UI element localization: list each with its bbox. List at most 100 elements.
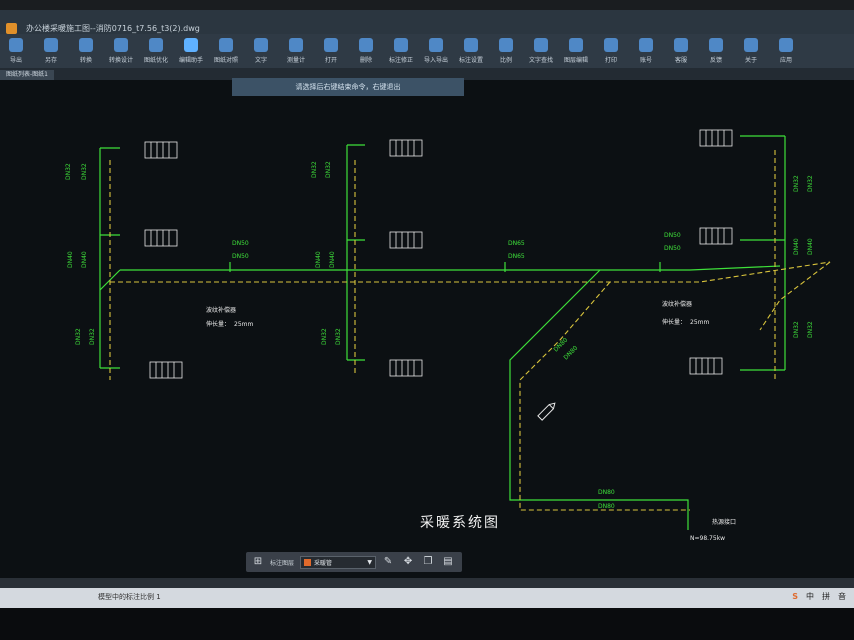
pipe-size-label: DN32 — [311, 161, 318, 178]
ribbon-button-icon — [779, 38, 793, 52]
annotation: 25mm — [234, 321, 253, 328]
pipe-size-label: DN80 — [562, 344, 579, 361]
ribbon-button-label: 客服 — [674, 57, 687, 64]
ribbon-button-label: 图纸优化 — [143, 57, 168, 64]
ribbon-button[interactable]: 关于 — [737, 36, 765, 66]
ribbon-button[interactable]: 图层编辑 — [562, 36, 590, 66]
radiator — [144, 229, 178, 247]
radiator — [689, 357, 723, 375]
ime-voice[interactable]: 音 — [838, 591, 846, 602]
ribbon-button[interactable]: 导入导出 — [422, 36, 450, 66]
ribbon-button-label: 删除 — [359, 57, 372, 64]
ime-icon[interactable]: S — [792, 592, 798, 601]
ribbon-button[interactable]: 打开 — [317, 36, 345, 66]
command-line: 模型中的标注比例 1 — [98, 593, 161, 601]
ribbon-button-icon — [359, 38, 373, 52]
pipe-size-label: DN32 — [335, 328, 342, 345]
annotation: N=98.75kw — [690, 535, 725, 542]
layers-icon[interactable]: ▤ — [440, 554, 456, 570]
ribbon-button-label: 转换设计 — [108, 57, 133, 64]
ime-mode[interactable]: 中 — [806, 591, 814, 602]
canvas-bottom-strip — [0, 578, 854, 588]
pipe-size-label: DN32 — [807, 321, 814, 338]
pipe-size-label: DN32 — [89, 328, 96, 345]
chevron-down-icon: ▼ — [367, 558, 373, 566]
pipe-size-label: DN50 — [232, 253, 249, 260]
app-logo-icon — [6, 23, 17, 34]
drawing-canvas[interactable]: DN32 DN32 DN40 DN40 DN32 DN32 DN32 DN32 … — [0, 78, 854, 578]
ribbon-button[interactable]: 应用 — [772, 36, 800, 66]
move-icon[interactable]: ✥ — [400, 554, 416, 570]
ribbon-button[interactable]: 编辑助手 — [177, 36, 205, 66]
ribbon-button[interactable]: 转换设计 — [107, 36, 135, 66]
ribbon-button[interactable]: 打印 — [597, 36, 625, 66]
ribbon-button-icon — [9, 38, 23, 52]
pipe-size-label: DN40 — [67, 251, 74, 268]
ribbon-button-icon — [744, 38, 758, 52]
pipe-size-label: DN40 — [807, 238, 814, 255]
ribbon-button[interactable]: 文字 — [247, 36, 275, 66]
ribbon-button-icon — [394, 38, 408, 52]
pipe-size-label: DN32 — [325, 161, 332, 178]
pipe-size-label: DN32 — [75, 328, 82, 345]
ribbon-button[interactable]: 另存 — [37, 36, 65, 66]
floating-toolbar: ⊞ 标注图层 采暖管 ▼ ✎ ✥ ❐ ▤ — [246, 552, 462, 572]
title-bar: 办公楼采暖施工图--消防0716_t7.56_t3(2).dwg — [0, 10, 854, 34]
ribbon-button[interactable]: 删除 — [352, 36, 380, 66]
grid-icon[interactable]: ⊞ — [250, 554, 266, 570]
ribbon-button[interactable]: 图纸优化 — [142, 36, 170, 66]
return-main — [110, 261, 831, 283]
radiator — [699, 227, 733, 245]
ribbon-button-label: 关于 — [744, 57, 757, 64]
ribbon-button[interactable]: 反馈 — [702, 36, 730, 66]
pipe-size-label: DN80 — [598, 503, 615, 510]
ribbon-button[interactable]: 客服 — [667, 36, 695, 66]
edit-icon[interactable]: ✎ — [380, 554, 396, 570]
pipe-size-label: DN50 — [664, 245, 681, 252]
ribbon-button-icon — [429, 38, 443, 52]
ribbon-button[interactable]: 导出 — [2, 36, 30, 66]
radiator — [389, 231, 423, 249]
ribbon-button-label: 编辑助手 — [178, 57, 203, 64]
annotation: 热源接口 — [712, 518, 736, 526]
ribbon-button[interactable]: 图纸对照 — [212, 36, 240, 66]
document-tab[interactable]: 图纸列表-图纸1 — [0, 70, 54, 80]
pipe-size-label: DN32 — [793, 175, 800, 192]
ribbon-button-icon — [324, 38, 338, 52]
ime-pinyin[interactable]: 拼 — [822, 591, 830, 602]
supply-main — [120, 265, 781, 271]
ribbon-button-label: 导入导出 — [423, 57, 448, 64]
ribbon-button[interactable]: 转换 — [72, 36, 100, 66]
ribbon-button-icon — [674, 38, 688, 52]
layer-name: 采暖管 — [314, 559, 333, 567]
ribbon-button[interactable]: 文字查找 — [527, 36, 555, 66]
window-title: 办公楼采暖施工图--消防0716_t7.56_t3(2).dwg — [26, 24, 200, 33]
ribbon-button-icon — [289, 38, 303, 52]
radiator — [389, 359, 423, 377]
ribbon-toolbar: 导出 另存 转换 转换设计 图纸优化 编辑助手 图纸对照 文字 测量计 打开 删除 标注修正 导入导出 标… — [0, 34, 854, 68]
ribbon-button-label: 测量计 — [286, 57, 305, 64]
ribbon-button-icon — [639, 38, 653, 52]
ribbon-button-label: 文字 — [254, 57, 267, 64]
ribbon-button[interactable]: 标注设置 — [457, 36, 485, 66]
ribbon-button-label: 比例 — [499, 57, 512, 64]
ribbon-button-icon — [149, 38, 163, 52]
pipe-size-label: DN65 — [508, 253, 525, 260]
layer-select[interactable]: 采暖管 ▼ — [300, 555, 377, 569]
ribbon-button-icon — [464, 38, 478, 52]
ribbon-button-label: 标注设置 — [458, 57, 483, 64]
ribbon-button[interactable]: 比例 — [492, 36, 520, 66]
system-tray: S 中 拼 音 — [792, 591, 854, 602]
ribbon-button[interactable]: 标注修正 — [387, 36, 415, 66]
ribbon-button[interactable]: 测量计 — [282, 36, 310, 66]
layer-mode-label: 标注图层 — [270, 559, 295, 567]
annotation: 伸长量： — [206, 320, 230, 328]
pencil-cursor-icon — [537, 402, 556, 421]
radiator — [389, 139, 423, 157]
radiator — [149, 361, 183, 379]
ribbon-button-icon — [114, 38, 128, 52]
pipe-size-label: DN50 — [232, 240, 249, 247]
ribbon-button[interactable]: 账号 — [632, 36, 660, 66]
pipe-size-label: DN40 — [81, 251, 88, 268]
copy-icon[interactable]: ❐ — [420, 554, 436, 570]
